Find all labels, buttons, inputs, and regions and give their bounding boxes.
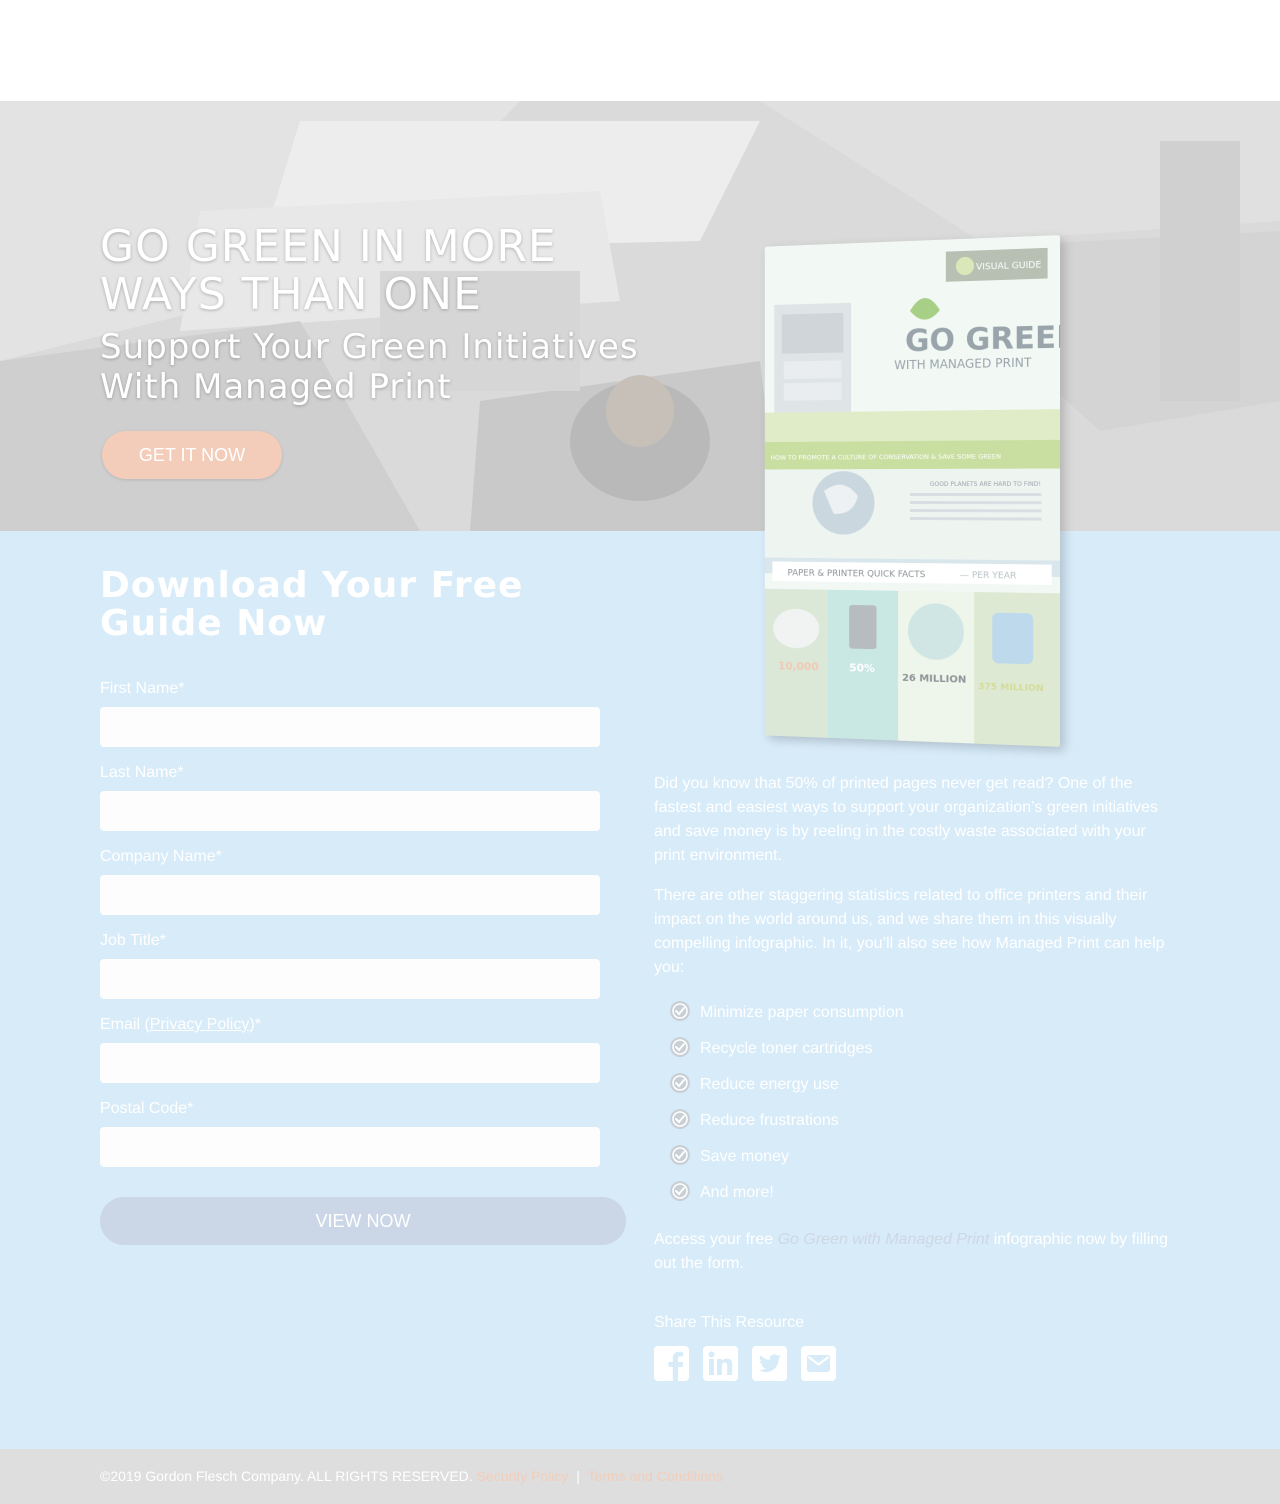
last-name-input[interactable]: [100, 791, 600, 831]
cover-stat-4: 375 MILLION: [978, 682, 1044, 694]
job-title-input[interactable]: [100, 959, 600, 999]
cover-banner: HOW TO PROMOTE A CULTURE OF CONSERVATION…: [770, 452, 1001, 461]
list-item: Reduce frustrations: [668, 1109, 1068, 1146]
list-item-text: Save money: [700, 1148, 789, 1165]
last-name-label: Last Name*: [100, 764, 184, 781]
check-circle-icon: [670, 1109, 690, 1129]
list-item-text: Recycle toner cartridges: [700, 1040, 873, 1057]
cover-planet-heading: GOOD PLANETS ARE HARD TO FIND!: [930, 482, 1041, 488]
list-item: And more!: [668, 1181, 1068, 1218]
access-prefix: Access your free: [654, 1231, 778, 1248]
list-item: Save money: [668, 1145, 1068, 1182]
list-item: Minimize paper consumption: [668, 1001, 1068, 1038]
first-name-label: First Name*: [100, 680, 185, 697]
list-item-text: And more!: [700, 1184, 774, 1201]
linkedin-icon[interactable]: [703, 1346, 738, 1381]
cover-badge: VISUAL GUIDE: [976, 260, 1042, 273]
email-icon[interactable]: [801, 1346, 836, 1381]
check-circle-icon: [670, 1181, 690, 1201]
terms-link[interactable]: Terms and Conditions: [588, 1468, 723, 1484]
twitter-icon[interactable]: [752, 1346, 787, 1381]
stats-paragraph: There are other staggering statistics re…: [654, 887, 1165, 976]
form-title: Download Your Free Guide Now: [100, 565, 524, 644]
list-item-text: Minimize paper consumption: [700, 1004, 904, 1021]
list-item-text: Reduce frustrations: [700, 1112, 839, 1129]
first-name-input[interactable]: [100, 707, 600, 747]
list-item-text: Reduce energy use: [700, 1076, 839, 1093]
footer-separator: |: [576, 1468, 580, 1484]
top-bar: [0, 0, 1280, 101]
cover-subtitle: WITH MANAGED PRINT: [894, 355, 1032, 372]
main-section: VISUAL GUIDE GO GREEN WITH MANAGED PRINT…: [0, 235, 1280, 1449]
job-title-label: Job Title*: [100, 932, 166, 949]
hero-section: GO GREEN IN MORE WAYS THAN ONE Support Y…: [0, 101, 1280, 531]
check-circle-icon: [670, 1073, 690, 1093]
postal-code-label: Postal Code*: [100, 1100, 194, 1117]
footer: ©2019 Gordon Flesch Company. ALL RIGHTS …: [0, 1449, 1280, 1504]
guide-cover-image: VISUAL GUIDE GO GREEN WITH MANAGED PRINT…: [764, 235, 1061, 747]
hero-title: GO GREEN IN MORE WAYS THAN ONE: [100, 221, 557, 320]
share-title: Share This Resource: [654, 1314, 804, 1331]
privacy-policy-link[interactable]: Privacy Policy: [150, 1016, 250, 1033]
guide-name: Go Green with Managed Print: [777, 1231, 990, 1248]
cover-stat-3: 26 MILLION: [902, 673, 966, 686]
list-item: Reduce energy use: [668, 1073, 1068, 1110]
postal-code-input[interactable]: [100, 1127, 600, 1167]
hero-subtitle: Support Your Green Initiatives With Mana…: [100, 327, 639, 407]
email-input[interactable]: [100, 1043, 600, 1083]
company-name-label: Company Name*: [100, 848, 222, 865]
benefits-list: Minimize paper consumption Recycle toner…: [668, 1001, 1068, 1218]
copyright-text: ©2019 Gordon Flesch Company. ALL RIGHTS …: [100, 1468, 473, 1484]
guide-cover-illustration: VISUAL GUIDE GO GREEN WITH MANAGED PRINT…: [764, 235, 1061, 747]
email-label-suffix: )*: [249, 1016, 261, 1033]
list-item: Recycle toner cartridges: [668, 1037, 1068, 1074]
cover-stat-2: 50%: [849, 661, 875, 675]
cover-facts-suffix: — PER YEAR: [960, 571, 1016, 582]
share-icons: [654, 1346, 836, 1381]
cover-facts-heading: PAPER & PRINTER QUICK FACTS: [788, 568, 926, 580]
email-label-prefix: Email (: [100, 1016, 150, 1033]
cover-title: GO GREEN: [905, 319, 1060, 358]
check-circle-icon: [670, 1001, 690, 1021]
check-circle-icon: [670, 1037, 690, 1057]
company-name-input[interactable]: [100, 875, 600, 915]
footer-text: ©2019 Gordon Flesch Company. ALL RIGHTS …: [100, 1468, 723, 1484]
intro-paragraph: Did you know that 50% of printed pages n…: [654, 775, 1158, 864]
get-it-now-button[interactable]: GET IT NOW: [102, 431, 282, 479]
check-circle-icon: [670, 1145, 690, 1165]
security-policy-link[interactable]: Security Policy: [477, 1468, 569, 1484]
cover-stat-1: 10,000: [778, 659, 819, 673]
facebook-icon[interactable]: [654, 1346, 689, 1381]
email-label: Email (Privacy Policy)*: [100, 1016, 261, 1034]
access-paragraph: Access your free Go Green with Managed P…: [654, 1228, 1174, 1276]
view-now-button[interactable]: VIEW NOW: [100, 1197, 626, 1245]
